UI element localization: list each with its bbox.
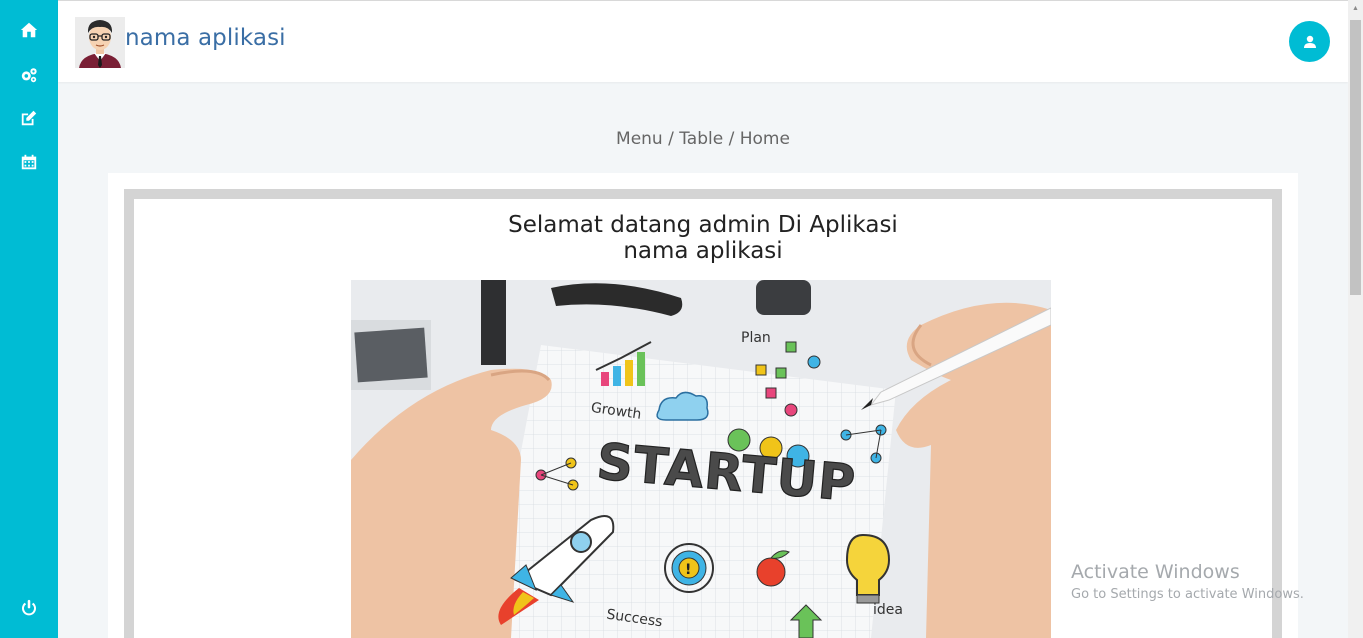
- sidebar-item-edit[interactable]: [0, 98, 58, 138]
- breadcrumb: Menu / Table / Home: [616, 129, 790, 149]
- sidebar-item-calendar[interactable]: [0, 142, 58, 182]
- watermark-subtitle: Go to Settings to activate Windows.: [1071, 587, 1304, 602]
- logout-button[interactable]: [0, 588, 58, 628]
- sidebar-item-home[interactable]: [0, 10, 58, 50]
- sidebar: [0, 0, 58, 638]
- doodle-idea: idea: [873, 602, 903, 618]
- welcome-line-1: Selamat datang admin Di Aplikasi: [508, 212, 898, 238]
- watermark-title: Activate Windows: [1071, 561, 1240, 583]
- calendar-icon: [21, 154, 37, 170]
- welcome-line-2: nama aplikasi: [623, 238, 783, 264]
- scrollbar-thumb[interactable]: [1350, 20, 1361, 295]
- activate-windows-watermark: Activate Windows Go to Settings to activ…: [1071, 561, 1304, 602]
- startup-hero-image: Growth Plan STARTUP Success ! idea: [351, 280, 1051, 638]
- svg-text:!: !: [685, 562, 691, 578]
- app-name: nama aplikasi: [125, 25, 286, 51]
- power-icon: [21, 599, 37, 616]
- welcome-heading: Selamat datang admin Di Aplikasi nama ap…: [124, 212, 1282, 264]
- scroll-up-arrow-icon[interactable]: ▲: [1348, 0, 1363, 16]
- app-logo-avatar: [75, 17, 125, 68]
- home-icon: [20, 22, 38, 38]
- user-menu-button[interactable]: [1289, 21, 1330, 62]
- sidebar-item-settings[interactable]: [0, 55, 58, 95]
- gears-icon: [21, 68, 37, 83]
- edit-icon: [21, 110, 37, 126]
- top-navbar: nama aplikasi: [58, 0, 1348, 82]
- user-icon: [1303, 35, 1316, 48]
- doodle-plan: Plan: [741, 330, 771, 346]
